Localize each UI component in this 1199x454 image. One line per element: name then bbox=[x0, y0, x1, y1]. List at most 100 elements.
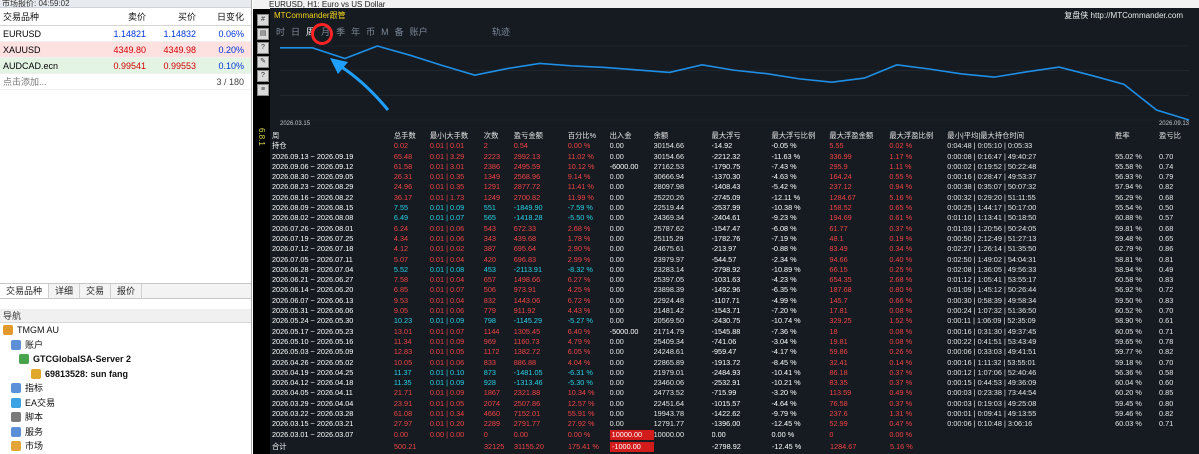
stats-row[interactable]: 2026.04.12 ~ 2026.04.18 11.35 0.01 | 0.09 9… bbox=[272, 378, 1199, 388]
stats-row[interactable]: 2026.06.14 ~ 2026.06.20 6.85 0.01 | 0.07 50… bbox=[272, 285, 1199, 295]
stats-row[interactable]: 2026.03.22 ~ 2026.03.28 61.08 0.01 | 0.34 4… bbox=[272, 409, 1199, 419]
stats-cell: 187.68 bbox=[829, 285, 852, 295]
stats-row[interactable]: 2026.03.29 ~ 2026.04.04 23.91 0.01 | 0.05 2… bbox=[272, 399, 1199, 409]
stats-cell: 0.01 | 0.06 bbox=[429, 306, 465, 316]
stats-cell: 237.12 bbox=[829, 182, 852, 192]
question-icon[interactable]: ? bbox=[257, 42, 269, 54]
stats-row[interactable]: 2026.09.13 ~ 2026.09.19 65.48 0.01 | 3.29 2… bbox=[272, 152, 1199, 162]
stats-row[interactable]: 2026.07.26 ~ 2026.08.01 6.24 0.01 | 0.06 54… bbox=[272, 224, 1199, 234]
stats-cell: 7.58 bbox=[393, 275, 409, 285]
stats-position-row[interactable]: 持仓 0.02 0.01 | 0.01 2 0.54 0.00 % 0.00 30154.66… bbox=[272, 141, 1199, 151]
stats-row[interactable]: 2026.08.23 ~ 2026.08.29 24.96 0.01 | 0.35 1… bbox=[272, 182, 1199, 192]
stats-cell: 2507.86 bbox=[513, 398, 541, 408]
stats-row[interactable]: 2026.03.01 ~ 2026.03.07 0.00 0.00 | 0.00 0 0… bbox=[272, 429, 1199, 440]
stats-cell: 0:01:12 | 1:05:41 | 53:55:17 bbox=[947, 275, 1037, 285]
navigator-item-label: 指标 bbox=[25, 383, 44, 393]
stats-cell: -1790.75 bbox=[711, 161, 741, 171]
stats-cell: 973.91 bbox=[513, 285, 537, 295]
stats-cell: 0:00:16 | 0:31:30 | 49:37:45 bbox=[947, 326, 1037, 336]
navigator-item[interactable]: 账户 bbox=[0, 338, 251, 353]
market-watch-row[interactable]: AUDCAD.ecn 0.99541 0.99553 0.10% bbox=[0, 58, 251, 74]
navigator-item[interactable]: EA交易 bbox=[0, 396, 251, 411]
stats-cell: 5.07 bbox=[393, 254, 409, 264]
brand-right[interactable]: 复盘侠 http://MTCommander.com bbox=[1064, 10, 1183, 21]
stats-cell: 0.00 bbox=[609, 285, 624, 295]
brand-right-url[interactable]: http://MTCommander.com bbox=[1091, 11, 1183, 20]
header-ask[interactable]: 买价 bbox=[146, 8, 196, 25]
stats-row[interactable]: 2026.05.17 ~ 2026.05.23 13.01 0.01 | 0.07 1… bbox=[272, 327, 1199, 337]
stats-row[interactable]: 2026.05.10 ~ 2026.05.16 11.34 0.01 | 0.09 9… bbox=[272, 337, 1199, 347]
header-change[interactable]: 日变化 bbox=[196, 8, 248, 25]
stats-row[interactable]: 2026.05.24 ~ 2026.05.30 10.23 0.01 | 0.09 7… bbox=[272, 316, 1199, 326]
question-icon[interactable]: ? bbox=[257, 70, 269, 82]
navigator-item[interactable]: 脚本 bbox=[0, 410, 251, 425]
stats-row[interactable]: 2026.08.16 ~ 2026.08.22 36.17 0.01 | 1.73 1… bbox=[272, 193, 1199, 203]
stats-row[interactable]: 2026.04.05 ~ 2026.04.11 21.71 0.01 | 0.09 1… bbox=[272, 388, 1199, 398]
period-tab[interactable]: 币 bbox=[366, 24, 375, 40]
period-tab[interactable]: 时 bbox=[276, 24, 285, 40]
stats-row[interactable]: 2026.06.21 ~ 2026.06.27 7.58 0.01 | 0.04 65… bbox=[272, 275, 1199, 285]
market-watch-tabs: 交易品种 详细 交易 报价 bbox=[0, 283, 251, 299]
stats-cell: 12791.77 bbox=[653, 419, 685, 429]
stats-row[interactable]: 2026.09.06 ~ 2026.09.12 61.58 0.01 | 3.01 2… bbox=[272, 162, 1199, 172]
stats-row[interactable]: 2026.03.15 ~ 2026.03.21 27.97 0.01 | 0.20 2… bbox=[272, 419, 1199, 429]
stats-row[interactable]: 2026.06.07 ~ 2026.06.13 9.53 0.01 | 0.04 83… bbox=[272, 296, 1199, 306]
stats-row[interactable]: 2026.07.19 ~ 2026.07.25 4.34 0.01 | 0.06 34… bbox=[272, 234, 1199, 244]
navigator-item[interactable]: 市场 bbox=[0, 439, 251, 454]
period-tab[interactable]: 账户 bbox=[410, 24, 428, 40]
stats-row[interactable]: 2026.05.03 ~ 2026.05.09 12.83 0.01 | 0.05 1… bbox=[272, 347, 1199, 357]
stats-header-cell: 最小|大手数 bbox=[429, 131, 469, 140]
navigator-item[interactable]: TMGM AU bbox=[0, 323, 251, 338]
grid-icon[interactable]: # bbox=[257, 14, 269, 26]
stats-cell: 52.99 bbox=[829, 419, 848, 429]
chart-icon[interactable]: ▤ bbox=[257, 28, 269, 40]
tab-trading[interactable]: 交易 bbox=[80, 284, 112, 298]
list-icon[interactable]: ≡ bbox=[257, 84, 269, 96]
navigator-item[interactable]: 指标 bbox=[0, 381, 251, 396]
stats-total-row: 合计 500.21 32125 31155.20 175.41 % -1000.00 -27… bbox=[272, 441, 1199, 453]
navigator-item[interactable]: 69813528: sun fang bbox=[0, 367, 251, 382]
chart-window[interactable]: EURUSD, H1: Euro vs US Dollar # ▤? ✎? ≡ 6.8… bbox=[253, 0, 1199, 454]
market-watch-row[interactable]: EURUSD 1.14821 1.14832 0.06% bbox=[0, 26, 251, 42]
stats-row[interactable]: 2026.07.05 ~ 2026.07.11 5.07 0.01 | 0.04 42… bbox=[272, 255, 1199, 265]
trajectory-button[interactable]: 轨迹 bbox=[492, 24, 510, 40]
navigator-item[interactable]: 服务 bbox=[0, 425, 251, 440]
tab-details[interactable]: 详细 bbox=[49, 284, 81, 298]
period-tab[interactable]: M bbox=[381, 24, 389, 40]
stats-cell: 0.00 bbox=[609, 151, 624, 161]
stats-cell: 9.53 bbox=[393, 295, 409, 305]
note-icon[interactable]: ✎ bbox=[257, 56, 269, 68]
stats-row[interactable]: 2026.08.30 ~ 2026.09.05 26.31 0.01 | 0.35 1… bbox=[272, 172, 1199, 182]
stats-row[interactable]: 2026.08.09 ~ 2026.08.15 7.55 0.01 | 0.09 55… bbox=[272, 203, 1199, 213]
stats-row[interactable]: 2026.05.31 ~ 2026.06.06 9.05 0.01 | 0.06 77… bbox=[272, 306, 1199, 316]
stats-cell: 0.61 % bbox=[889, 213, 913, 223]
stats-cell: 0:00:38 | 0:35:07 | 50:07:32 bbox=[947, 182, 1037, 192]
stats-cell: 0.26 % bbox=[889, 347, 913, 357]
add-symbol-label[interactable]: 点击添加... bbox=[0, 74, 196, 89]
period-tab[interactable]: 季 bbox=[336, 24, 345, 40]
stats-row[interactable]: 2026.07.12 ~ 2026.07.18 4.12 0.01 | 0.02 38… bbox=[272, 244, 1199, 254]
stats-cell: 0.00 bbox=[609, 398, 624, 408]
add-symbol-row[interactable]: 点击添加... 3 / 180 bbox=[0, 74, 251, 90]
stats-total-cell: 31155.20 bbox=[514, 441, 544, 451]
stats-cell: -6.35 % bbox=[771, 285, 797, 295]
stats-cell bbox=[1159, 141, 1199, 151]
market-watch-row[interactable]: XAUUSD 4349.80 4349.98 0.20% bbox=[0, 42, 251, 58]
period-tab[interactable]: 日 bbox=[291, 24, 300, 40]
stats-cell: 4.79 % bbox=[567, 336, 591, 346]
tab-symbols[interactable]: 交易品种 bbox=[0, 284, 50, 298]
stats-row[interactable]: 2026.04.26 ~ 2026.05.02 10.05 0.01 | 0.06 8… bbox=[272, 358, 1199, 368]
header-symbol[interactable]: 交易品种 bbox=[0, 8, 96, 25]
stats-row[interactable]: 2026.04.19 ~ 2026.04.25 11.37 0.01 | 0.10 8… bbox=[272, 368, 1199, 378]
stats-row[interactable]: 2026.06.28 ~ 2026.07.04 5.52 0.01 | 0.08 45… bbox=[272, 265, 1199, 275]
period-tab[interactable]: 年 bbox=[351, 24, 360, 40]
header-bid[interactable]: 卖价 bbox=[96, 8, 146, 25]
navigator-item-label: 69813528: sun fang bbox=[45, 368, 129, 379]
stats-row[interactable]: 2026.08.02 ~ 2026.08.08 6.49 0.01 | 0.07 56… bbox=[272, 213, 1199, 223]
stats-cell: 12.57 % bbox=[567, 398, 595, 408]
stats-cell: 0.86 bbox=[1159, 244, 1174, 254]
stats-cell: 21979.01 bbox=[653, 367, 685, 377]
period-tab[interactable]: 备 bbox=[395, 24, 404, 40]
navigator-item[interactable]: GTCGlobalSA-Server 2 bbox=[0, 352, 251, 367]
tab-ticks[interactable]: 报价 bbox=[111, 284, 143, 298]
